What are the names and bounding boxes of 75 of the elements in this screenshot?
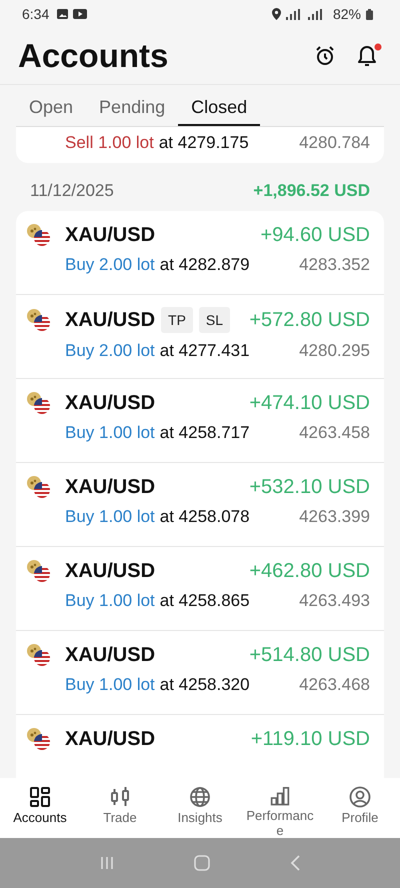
profit: +462.80 USD [249, 560, 370, 582]
trade-row[interactable]: XAU/USD +462.80 USD Buy 1.00 lot at 4258.865 4263.493 [16, 547, 384, 631]
open-price: at 4258.320 [160, 675, 250, 695]
home-icon[interactable] [194, 855, 210, 871]
order-side: Buy 1.00 lot [65, 675, 155, 695]
close-price: 4263.399 [299, 507, 370, 527]
coin-flag-icon [26, 223, 52, 247]
back-icon[interactable] [288, 855, 301, 871]
coin-flag-icon [26, 475, 52, 499]
order-side: Buy 1.00 lot [65, 591, 155, 611]
symbol: XAU/USD [65, 644, 156, 666]
trade-row[interactable]: XAU/USD +514.80 USD Buy 1.00 lot at 4258.320 4263.468 [16, 631, 384, 715]
symbol: XAU/USD [65, 308, 156, 332]
open-price: at 4258.865 [160, 591, 250, 611]
candlestick-icon [109, 786, 131, 808]
nav-item[interactable]: Trade [80, 778, 160, 838]
group-total: +1,896.52 USD [253, 181, 370, 201]
nav-item[interactable]: Insights [160, 778, 240, 838]
close-price: 4283.352 [299, 255, 370, 275]
symbol: XAU/USD [65, 560, 156, 582]
profit: +514.80 USD [249, 644, 370, 666]
trade-row[interactable]: XAU/USD +94.60 USD Buy 2.00 lot at 4282.879 4283.352 [16, 211, 384, 295]
gallery-icon [57, 9, 68, 19]
trade-row[interactable]: XAU/USD TP SL +572.80 USD Buy 2.00 lot at 4277.431 4280.295 [16, 295, 384, 379]
profit: +474.10 USD [249, 392, 370, 414]
bar-chart-icon [269, 786, 291, 806]
order-tag: SL [198, 307, 230, 333]
alarm-clock-icon[interactable] [314, 45, 336, 67]
location-icon [272, 8, 281, 20]
order-side: Buy 1.00 lot [65, 423, 155, 443]
trade-row[interactable]: XAU/USD +474.10 USD Buy 1.00 lot at 4258.717 4263.458 [16, 379, 384, 463]
coin-flag-icon [26, 727, 52, 751]
order-side: Buy 2.00 lot [65, 341, 155, 361]
profit: +532.10 USD [249, 476, 370, 498]
profit: +94.60 USD [260, 224, 370, 246]
open-price: at 4277.431 [160, 341, 250, 361]
close-price: 4280.784 [299, 133, 370, 153]
dashboard-icon [29, 786, 51, 808]
coin-flag-icon [26, 308, 52, 332]
order-tag: TP [161, 307, 193, 333]
coin-flag-icon [26, 559, 52, 583]
order-side: Buy 1.00 lot [65, 507, 155, 527]
nav-item[interactable]: Accounts [0, 778, 80, 838]
battery-icon [366, 8, 373, 20]
nav-item[interactable]: Performance [240, 778, 320, 838]
video-icon [73, 9, 88, 19]
close-price: 4263.493 [299, 591, 370, 611]
profit: +572.80 USD [249, 308, 370, 332]
close-price: 4263.468 [299, 675, 370, 695]
globe-icon [189, 786, 211, 808]
open-price: at 4282.879 [160, 255, 250, 275]
close-price: 4280.295 [299, 341, 370, 361]
close-price: 4263.458 [299, 423, 370, 443]
symbol: XAU/USD [65, 728, 156, 750]
coin-flag-icon [26, 643, 52, 667]
nav-item[interactable]: Profile [320, 778, 400, 838]
trade-row[interactable]: XAU/USD +532.10 USD Buy 1.00 lot at 4258.078 4263.399 [16, 463, 384, 547]
symbol: XAU/USD [65, 224, 156, 246]
profit: +119.10 USD [250, 728, 370, 750]
battery-level: 82% [332, 6, 361, 22]
tab[interactable]: Open [16, 85, 86, 126]
recent-apps-icon[interactable] [99, 856, 116, 870]
page-title: Accounts [18, 37, 170, 75]
order-side: Sell 1.00 lot [65, 133, 154, 153]
symbol: XAU/USD [65, 392, 156, 414]
open-price: at 4258.078 [160, 507, 250, 527]
coin-flag-icon [26, 391, 52, 415]
tab[interactable]: Pending [86, 85, 178, 126]
symbol: XAU/USD [65, 476, 156, 498]
open-price: at 4279.175 [158, 133, 249, 153]
order-side: Buy 2.00 lot [65, 255, 155, 275]
status-time: 6:34 [22, 6, 50, 22]
group-date: 11/12/2025 [30, 181, 114, 201]
profile-icon [349, 786, 371, 808]
open-price: at 4258.717 [160, 423, 250, 443]
